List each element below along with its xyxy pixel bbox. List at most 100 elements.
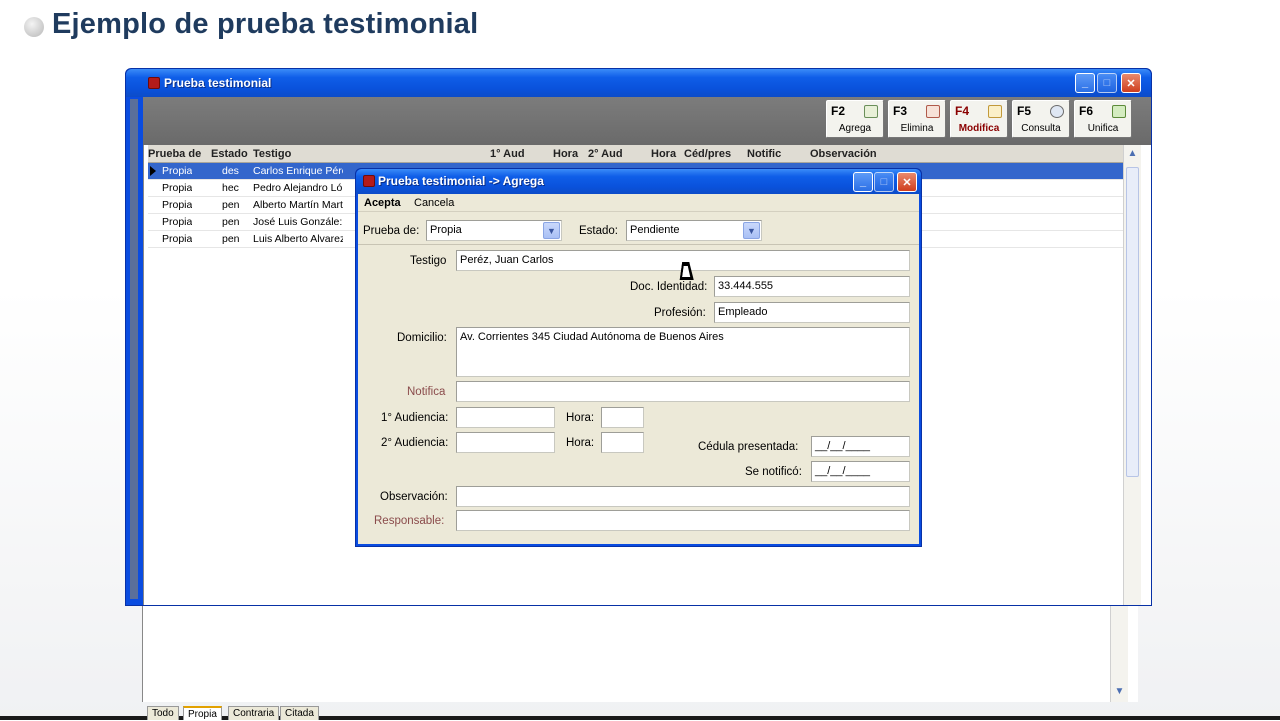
cell-testigo: Pedro Alejandro Ló [253, 182, 343, 194]
estado-label: Estado: [579, 225, 618, 237]
grid-scrollbar-lower[interactable]: ▼ [1110, 606, 1128, 702]
dialog-maximize-icon[interactable]: □ [874, 172, 894, 192]
col-notific[interactable]: Notific [747, 148, 781, 160]
profesion-input[interactable]: Empleado [714, 302, 910, 323]
se-notifico-input[interactable]: __/__/____ [811, 461, 910, 482]
grid-header: Prueba de Estado Testigo 1° Aud Hora 2° … [148, 145, 1123, 163]
cell-prueba: Propia [162, 165, 193, 177]
f3-delete-button[interactable]: F3 Elimina [888, 100, 946, 138]
prueba-de-label: Prueba de: [363, 225, 420, 237]
cell-prueba: Propia [162, 199, 193, 211]
profesion-label: Profesión: [654, 307, 706, 319]
f4-key-label: F4 [955, 104, 970, 118]
chevron-down-icon[interactable]: ▼ [743, 222, 760, 239]
slide-bullet-icon [24, 17, 44, 37]
notifica-input[interactable] [456, 381, 910, 402]
audiencia1-input[interactable] [456, 407, 555, 428]
close-icon[interactable]: ✕ [1121, 73, 1141, 93]
cell-testigo: Luis Alberto Alvarez [253, 233, 343, 245]
col-observacion[interactable]: Observación [810, 148, 877, 160]
doc-identidad-label: Doc. Identidad: [630, 281, 708, 293]
maximize-icon[interactable]: □ [1097, 73, 1117, 93]
tab-contraria[interactable]: Contraria [228, 706, 280, 720]
delete-icon [926, 105, 940, 118]
cell-estado: des [222, 165, 239, 177]
hora1-label: Hora: [566, 412, 595, 424]
col-aud1[interactable]: 1° Aud [490, 148, 525, 160]
estado-select[interactable]: Pendiente ▼ [626, 220, 762, 241]
domicilio-label: Domicilio: [397, 332, 447, 344]
app-icon [148, 77, 160, 89]
col-testigo[interactable]: Testigo [253, 148, 291, 160]
cell-testigo: José Luis Gonzále: [253, 216, 343, 228]
grid-icon [1112, 105, 1126, 118]
cell-prueba: Propia [162, 182, 193, 194]
cancel-menu-item[interactable]: Cancela [414, 197, 454, 209]
main-window-titlebar[interactable]: Prueba testimonial _ □ ✕ [126, 69, 1151, 97]
dialog-titlebar[interactable]: Prueba testimonial -> Agrega _ □ ✕ [356, 169, 921, 194]
tab-propia[interactable]: Propia [183, 706, 222, 720]
current-row-indicator-icon [150, 166, 156, 176]
f3-key-label: F3 [893, 104, 908, 118]
f6-label: Unifica [1087, 123, 1119, 134]
prueba-de-select[interactable]: Propia ▼ [426, 220, 562, 241]
divider [358, 244, 919, 245]
grid-vertical-scrollbar[interactable]: ▲ [1123, 145, 1141, 605]
grid-lower-area [142, 606, 1138, 702]
f6-key-label: F6 [1079, 104, 1094, 118]
doc-identidad-input[interactable]: 33.444.555 [714, 276, 910, 297]
cell-estado: hec [222, 182, 239, 194]
tab-citada[interactable]: Citada [280, 706, 319, 720]
tab-todo[interactable]: Todo [147, 706, 179, 720]
observacion-input[interactable] [456, 486, 910, 507]
dialog-app-icon [363, 175, 375, 187]
dialog-body: Acepta Cancela Prueba de: Propia ▼ Estad… [358, 194, 919, 544]
hora2-input[interactable] [601, 432, 644, 453]
chevron-down-icon[interactable]: ▼ [543, 222, 560, 239]
scroll-down-icon[interactable]: ▼ [1113, 685, 1126, 698]
f2-key-label: F2 [831, 104, 846, 118]
mouse-pointer-fill [682, 266, 692, 277]
col-ced-pres[interactable]: Céd/pres [684, 148, 731, 160]
cell-estado: pen [222, 216, 240, 228]
main-window-title: Prueba testimonial [164, 76, 272, 90]
testigo-label: Testigo [410, 255, 447, 267]
f4-modify-button[interactable]: F4 Modifica [950, 100, 1008, 138]
f4-label: Modifica [958, 123, 1000, 134]
window-left-border [130, 99, 138, 599]
col-hora2[interactable]: Hora [651, 148, 676, 160]
f2-label: Agrega [838, 123, 872, 134]
minimize-icon[interactable]: _ [1075, 73, 1095, 93]
cedula-label: Cédula presentada: [698, 441, 799, 453]
col-hora1[interactable]: Hora [553, 148, 578, 160]
col-aud2[interactable]: 2° Aud [588, 148, 623, 160]
audiencia2-input[interactable] [456, 432, 555, 453]
notifica-label: Notifica [407, 386, 446, 398]
scroll-up-icon[interactable]: ▲ [1126, 147, 1139, 160]
responsable-label: Responsable: [374, 515, 445, 527]
scrollbar-thumb[interactable] [1126, 167, 1139, 477]
f5-query-button[interactable]: F5 Consulta [1012, 100, 1070, 138]
observacion-label: Observación: [380, 491, 448, 503]
dialog-minimize-icon[interactable]: _ [853, 172, 873, 192]
estado-value: Pendiente [630, 224, 680, 236]
cedula-input[interactable]: __/__/____ [811, 436, 910, 457]
slide-title: Ejemplo de prueba testimonial [52, 8, 479, 40]
cell-prueba: Propia [162, 216, 193, 228]
f6-unify-button[interactable]: F6 Unifica [1074, 100, 1132, 138]
responsable-input[interactable] [456, 510, 910, 531]
hora1-input[interactable] [601, 407, 644, 428]
dialog-close-icon[interactable]: ✕ [897, 172, 917, 192]
f5-key-label: F5 [1017, 104, 1032, 118]
audiencia1-label: 1° Audiencia: [381, 412, 449, 424]
col-estado[interactable]: Estado [211, 148, 248, 160]
cell-estado: pen [222, 199, 240, 211]
edit-icon [988, 105, 1002, 118]
f5-label: Consulta [1021, 123, 1061, 134]
f2-add-button[interactable]: F2 Agrega [826, 100, 884, 138]
domicilio-textarea[interactable]: Av. Corrientes 345 Ciudad Autónoma de Bu… [456, 327, 910, 377]
cell-estado: pen [222, 233, 240, 245]
toolbar: F2 Agrega F3 Elimina F4 Modifica F5 Cons… [143, 97, 1151, 145]
accept-menu-item[interactable]: Acepta [364, 197, 401, 209]
col-prueba-de[interactable]: Prueba de [148, 148, 201, 160]
